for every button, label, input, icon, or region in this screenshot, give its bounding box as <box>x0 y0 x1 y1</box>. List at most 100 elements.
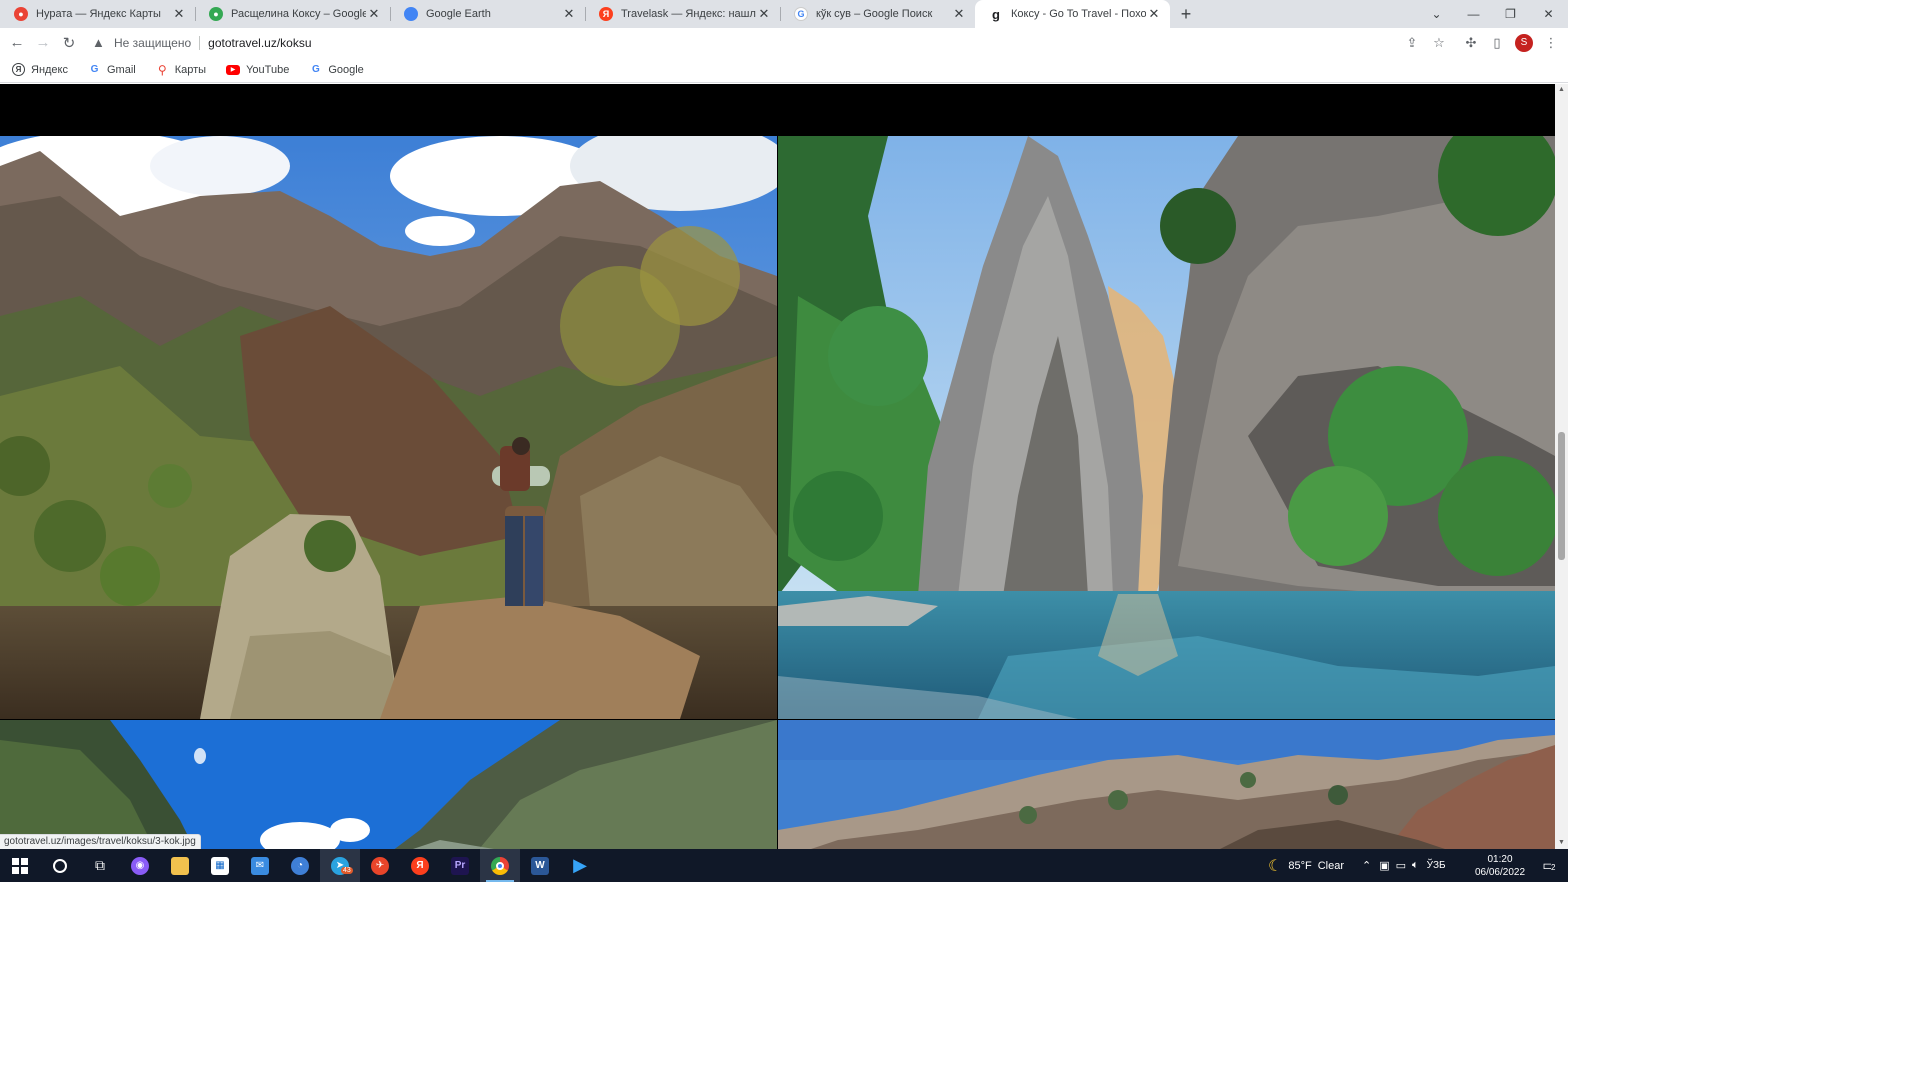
bookmark-star-icon[interactable]: ☆ <box>1426 28 1452 57</box>
meet-now-icon[interactable]: ▣ <box>1379 859 1389 872</box>
mail-icon: ✉ <box>251 856 269 875</box>
koksu-gorge-image <box>778 136 1555 719</box>
scroll-thumb[interactable] <box>1558 432 1565 560</box>
bookmark-label: Gmail <box>107 63 136 76</box>
google-maps-icon: ● <box>209 7 223 21</box>
divider <box>199 35 201 50</box>
youtube-icon: ▶ <box>226 64 241 75</box>
network-icon[interactable]: ▭ <box>1396 859 1406 872</box>
avatar[interactable]: S <box>1515 33 1533 52</box>
close-icon[interactable]: ✕ <box>1146 6 1162 22</box>
tab-title: Расщелина Коксу – Google Карты <box>231 8 366 20</box>
taskbar-app-chrome[interactable] <box>480 849 520 882</box>
browser-tab[interactable]: G кўк сув – Google Поиск ✕ <box>780 0 975 28</box>
share-icon[interactable]: ⇪ <box>1399 28 1425 57</box>
bookmark-label: Google <box>328 63 364 76</box>
security-label[interactable]: Не защищено <box>114 36 191 50</box>
word-icon: W <box>531 856 549 875</box>
taskbar-app-telegram[interactable]: ➤ 43 <box>320 849 360 882</box>
bookmark-gmail[interactable]: G Gmail <box>82 63 136 76</box>
search-button[interactable] <box>40 849 80 882</box>
keyboard-language[interactable]: ЎЗБ <box>1427 860 1446 871</box>
taskbar-app-premiere[interactable]: Pr <box>440 849 480 882</box>
weather-widget[interactable]: ☾ 85°F Clear <box>1268 849 1344 882</box>
clock-date: 06/06/2022 <box>1474 866 1526 878</box>
gallery-photo-hiker[interactable] <box>0 136 777 719</box>
task-view-button[interactable]: ⧉ <box>80 849 120 882</box>
action-center-button[interactable]: ▭ 2 <box>1534 849 1564 882</box>
taskbar-app-edge[interactable]: ◔ <box>280 849 320 882</box>
forward-arrow-icon[interactable]: → <box>30 30 56 56</box>
taskbar-app-alice[interactable]: ◉ <box>120 849 160 882</box>
chrome-icon <box>491 856 509 875</box>
page-scrollbar[interactable]: ▲ ▼ <box>1555 84 1568 849</box>
side-panel-icon[interactable]: ▯ <box>1484 28 1510 57</box>
volume-icon[interactable]: 🔈︎ <box>1412 859 1419 872</box>
cortana-circle-icon <box>53 858 67 873</box>
yandex-browser-icon: Я <box>411 856 429 875</box>
taskbar-app-word[interactable]: W <box>520 849 560 882</box>
map-pin-icon: ● <box>14 7 28 21</box>
browser-swirl-icon: ◔ <box>291 856 309 875</box>
taskbar-app-store[interactable]: ▦ <box>200 849 240 882</box>
chevron-up-icon[interactable]: ⌃ <box>1362 859 1371 872</box>
premiere-pro-icon: Pr <box>451 856 469 875</box>
bookmark-google[interactable]: G Google <box>303 63 364 76</box>
browser-tab[interactable]: Я Travelask — Яндекс: нашлось 7 млн ✕ <box>585 0 780 28</box>
taskbar-app-explorer[interactable] <box>160 849 200 882</box>
back-arrow-icon[interactable]: ← <box>4 30 30 56</box>
close-icon[interactable]: ✕ <box>366 6 382 22</box>
scroll-up-arrow-icon[interactable]: ▲ <box>1555 84 1568 96</box>
browser-tab[interactable]: ● Нурата — Яндекс Карты ✕ <box>0 0 195 28</box>
gallery-photo-gorge[interactable] <box>778 136 1555 719</box>
taskbar-app-yandex[interactable]: Я <box>400 849 440 882</box>
google-icon: G <box>794 7 808 21</box>
taskbar-app-rocket[interactable]: ✈ <box>360 849 400 882</box>
window-close-button[interactable]: ✕ <box>1530 0 1567 28</box>
rocket-icon: ✈ <box>371 856 389 875</box>
gallery-photo-slopes[interactable] <box>0 720 777 849</box>
minimize-button[interactable]: — <box>1455 0 1492 28</box>
warning-triangle-icon[interactable]: ▲ <box>92 35 108 50</box>
taskbar-app-mail[interactable]: ✉ <box>240 849 280 882</box>
start-button[interactable] <box>0 849 40 882</box>
bookmark-maps[interactable]: ⚲ Карты <box>150 62 206 77</box>
restore-button[interactable]: ❐ <box>1492 0 1529 28</box>
extensions-puzzle-icon[interactable]: ✣ <box>1458 28 1484 57</box>
browser-tab-active[interactable]: g Коксу - Go To Travel - Походы в ✕ <box>975 0 1170 28</box>
gallery-photo-ridge[interactable] <box>778 720 1555 849</box>
weather-condition: Clear <box>1317 859 1344 872</box>
new-tab-button[interactable]: + <box>1170 0 1202 28</box>
url-text[interactable]: gototravel.uz/koksu <box>208 36 311 50</box>
taskbar-app-player[interactable]: ▶ <box>560 849 600 882</box>
close-icon[interactable]: ✕ <box>171 6 187 22</box>
close-icon[interactable]: ✕ <box>951 6 967 22</box>
link-status-bar: gototravel.uz/images/travel/koksu/3-kok.… <box>0 834 201 850</box>
browser-tab[interactable]: Google Earth ✕ <box>390 0 585 28</box>
bookmark-label: Яндекс <box>31 63 68 76</box>
google-maps-icon: ⚲ <box>157 62 167 77</box>
kebab-menu-icon[interactable]: ⋮ <box>1538 28 1564 57</box>
browser-tab[interactable]: ● Расщелина Коксу – Google Карты ✕ <box>195 0 390 28</box>
reload-icon[interactable]: ↻ <box>56 30 82 56</box>
address-bar[interactable]: ▲ Не защищено gototravel.uz/koksu <box>88 30 1458 55</box>
tab-title: Нурата — Яндекс Карты <box>36 8 161 20</box>
google-earth-icon <box>404 7 418 21</box>
tab-title: Коксу - Go To Travel - Походы в <box>1011 8 1146 20</box>
gototravel-icon: g <box>989 7 1003 22</box>
profile-avatar[interactable]: S <box>1511 28 1537 57</box>
browser-toolbar: ← → ↻ ▲ Не защищено gototravel.uz/koksu … <box>0 28 1568 57</box>
play-icon: ▶ <box>573 855 587 875</box>
moon-icon: ☾ <box>1268 857 1283 875</box>
close-icon[interactable]: ✕ <box>561 6 577 22</box>
bookmark-youtube[interactable]: ▶ YouTube <box>220 64 289 76</box>
scroll-down-arrow-icon[interactable]: ▼ <box>1555 837 1568 849</box>
clock[interactable]: 01:20 06/06/2022 <box>1470 849 1530 882</box>
tab-title: кўк сув – Google Поиск <box>816 8 933 20</box>
close-icon[interactable]: ✕ <box>756 6 772 22</box>
bookmark-yandex[interactable]: Я Яндекс <box>6 63 68 76</box>
yandex-icon: Я <box>599 7 613 21</box>
google-icon: G <box>311 64 320 75</box>
clock-time: 01:20 <box>1487 853 1513 865</box>
tab-search-icon[interactable]: ⌄ <box>1418 0 1455 28</box>
